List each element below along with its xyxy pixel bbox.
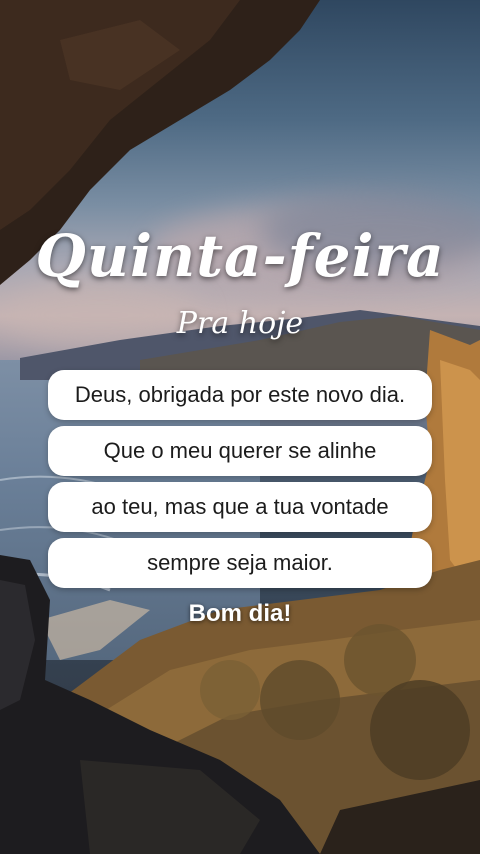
greeting: Bom dia!	[188, 600, 292, 627]
message-line-1: Deus, obrigada por este novo dia.	[48, 370, 432, 420]
subtitle: Pra hoje	[176, 306, 304, 341]
message-text: sempre seja maior.	[147, 550, 333, 575]
message-text: Deus, obrigada por este novo dia.	[74, 382, 406, 407]
message-text: Que o meu querer se alinhe	[103, 438, 377, 463]
message-line-4: sempre seja maior.	[48, 538, 432, 588]
message-text: ao teu, mas que a tua vontade	[91, 494, 389, 519]
message-line-3: ao teu, mas que a tua vontade	[48, 482, 432, 532]
message-line-2: Que o meu querer se alinhe	[48, 426, 432, 476]
day-title: Quinta-feira	[35, 222, 445, 290]
